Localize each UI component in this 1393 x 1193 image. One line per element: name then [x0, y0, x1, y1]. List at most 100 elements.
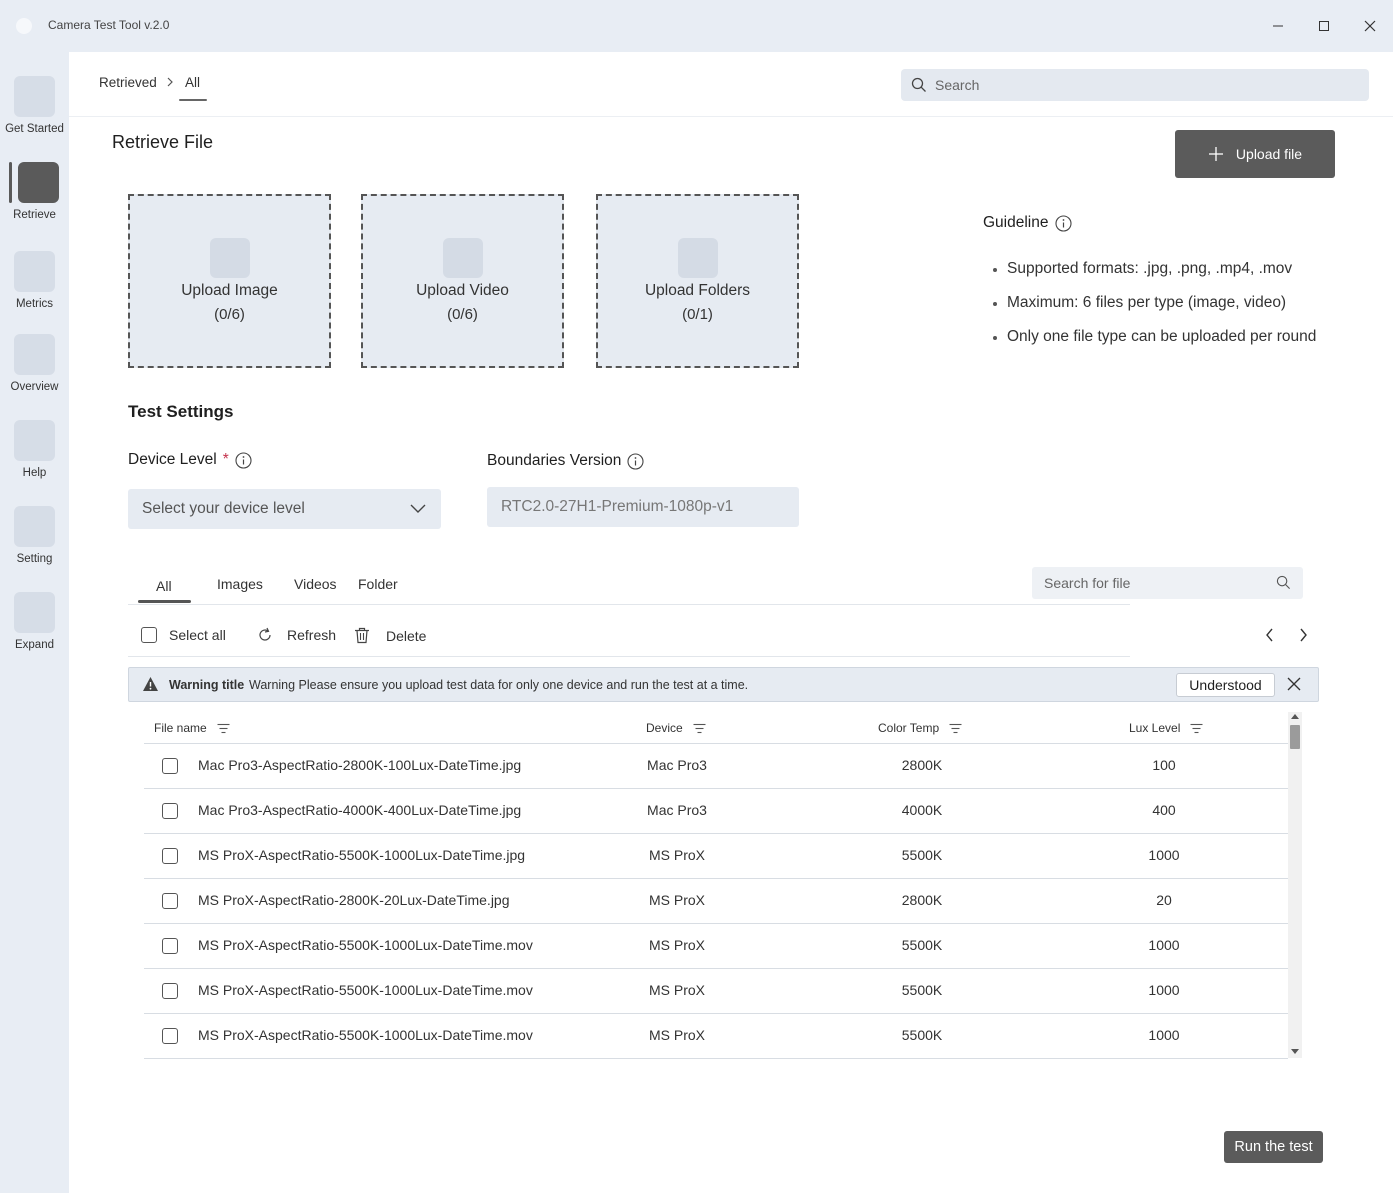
- boundaries-version-text: Boundaries Version: [487, 452, 622, 469]
- maximize-icon: [1319, 21, 1329, 31]
- cell-color-temp: 5500K: [901, 847, 943, 863]
- chevron-right-icon: [167, 77, 173, 87]
- boundaries-version-value: RTC2.0-27H1-Premium-1080p-v1: [501, 498, 734, 515]
- cell-lux-level: 1000: [1148, 1027, 1180, 1043]
- app-title: Camera Test Tool v.2.0: [48, 18, 170, 32]
- scroll-down-arrow[interactable]: [1291, 1049, 1299, 1054]
- filter-icon[interactable]: [949, 723, 962, 734]
- upload-file-button[interactable]: Upload file: [1175, 130, 1335, 178]
- dropzone-label: Upload Image: [181, 282, 278, 299]
- cell-lux-level: 1000: [1148, 937, 1180, 953]
- cell-file-name: MS ProX-AspectRatio-5500K-1000Lux-DateTi…: [198, 1027, 533, 1043]
- row-checkbox[interactable]: [162, 1028, 178, 1044]
- info-icon[interactable]: [1054, 214, 1072, 232]
- guideline-heading: Guideline: [983, 214, 1072, 232]
- run-test-button[interactable]: Run the test: [1224, 1131, 1323, 1163]
- scroll-up-arrow[interactable]: [1291, 714, 1299, 719]
- cell-color-temp: 4000K: [901, 802, 943, 818]
- tab-videos[interactable]: Videos: [294, 576, 337, 592]
- table-row[interactable]: MS ProX-AspectRatio-5500K-1000Lux-DateTi…: [144, 924, 1288, 969]
- refresh-button[interactable]: Refresh: [257, 627, 336, 643]
- table-row[interactable]: MS ProX-AspectRatio-5500K-1000Lux-DateTi…: [144, 834, 1288, 879]
- cell-lux-level: 1000: [1148, 982, 1180, 998]
- table-scrollbar[interactable]: [1288, 712, 1302, 1058]
- nav-label: Setting: [16, 553, 53, 565]
- warning-title: Warning title: [169, 678, 245, 692]
- close-icon[interactable]: [1287, 677, 1301, 691]
- nav-item-overview[interactable]: Overview: [0, 334, 69, 414]
- column-header-device[interactable]: Device: [646, 721, 706, 735]
- tab-folder[interactable]: Folder: [358, 576, 398, 592]
- table-row[interactable]: MS ProX-AspectRatio-5500K-1000Lux-DateTi…: [144, 969, 1288, 1014]
- table-header: File name Device Color Temp Lux Level: [144, 712, 1288, 744]
- device-level-placeholder: Select your device level: [142, 500, 305, 517]
- column-header-file-name[interactable]: File name: [154, 721, 230, 735]
- row-checkbox[interactable]: [162, 938, 178, 954]
- nav-item-retrieve[interactable]: Retrieve: [0, 162, 69, 242]
- filter-icon[interactable]: [693, 723, 706, 734]
- cell-file-name: MS ProX-AspectRatio-5500K-1000Lux-DateTi…: [198, 982, 533, 998]
- nav-label: Overview: [10, 381, 59, 393]
- search-input[interactable]: [935, 73, 1355, 97]
- search-icon: [911, 77, 926, 92]
- file-search-box[interactable]: Search for file: [1032, 567, 1303, 599]
- close-window-button[interactable]: [1356, 12, 1384, 40]
- select-all-checkbox[interactable]: [141, 627, 157, 643]
- info-icon[interactable]: [627, 452, 644, 470]
- cell-color-temp: 2800K: [901, 757, 943, 773]
- cell-device: MS ProX: [648, 937, 705, 953]
- device-level-select[interactable]: Select your device level: [128, 489, 441, 529]
- nav-label: Help: [22, 467, 47, 479]
- active-tab-underline: [138, 600, 191, 603]
- breadcrumb-parent[interactable]: Retrieved: [99, 75, 157, 90]
- row-checkbox[interactable]: [162, 758, 178, 774]
- row-checkbox[interactable]: [162, 848, 178, 864]
- table-row[interactable]: Mac Pro3-AspectRatio-2800K-100Lux-DateTi…: [144, 744, 1288, 789]
- column-header-lux-level[interactable]: Lux Level: [1129, 721, 1203, 735]
- required-mark: *: [222, 451, 229, 468]
- row-checkbox[interactable]: [162, 983, 178, 999]
- delete-button[interactable]: Delete: [354, 627, 426, 644]
- understood-button[interactable]: Understood: [1176, 673, 1275, 697]
- info-icon[interactable]: [235, 451, 252, 469]
- tab-images[interactable]: Images: [217, 576, 263, 592]
- guideline-item: Maximum: 6 files per type (image, video): [993, 291, 1316, 325]
- filter-icon[interactable]: [1190, 723, 1203, 734]
- cell-device: Mac Pro3: [647, 802, 707, 818]
- image-icon: [210, 238, 250, 278]
- upload-folders-dropzone[interactable]: Upload Folders (0/1): [596, 194, 799, 368]
- upload-video-dropzone[interactable]: Upload Video (0/6): [361, 194, 564, 368]
- maximize-button[interactable]: [1310, 12, 1338, 40]
- row-checkbox[interactable]: [162, 803, 178, 819]
- plus-icon: [1208, 147, 1223, 161]
- upload-image-dropzone[interactable]: Upload Image (0/6): [128, 194, 331, 368]
- search-box[interactable]: [901, 69, 1369, 101]
- nav-item-expand[interactable]: Expand: [0, 592, 69, 672]
- row-checkbox[interactable]: [162, 893, 178, 909]
- filter-icon[interactable]: [217, 723, 230, 734]
- table-row[interactable]: MS ProX-AspectRatio-5500K-1000Lux-DateTi…: [144, 1014, 1288, 1059]
- nav-item-get-started[interactable]: Get Started: [0, 76, 69, 156]
- cell-lux-level: 100: [1152, 757, 1176, 773]
- tab-all[interactable]: All: [156, 578, 172, 594]
- breadcrumb-underline: [179, 99, 207, 101]
- chevron-left-icon[interactable]: [1264, 627, 1276, 643]
- select-all-control[interactable]: Select all: [141, 627, 226, 643]
- nav-item-setting[interactable]: Setting: [0, 506, 69, 586]
- column-header-color-temp[interactable]: Color Temp: [878, 721, 962, 735]
- close-icon: [1364, 20, 1376, 32]
- nav-item-metrics[interactable]: Metrics: [0, 251, 69, 331]
- chevron-right-icon[interactable]: [1297, 627, 1309, 643]
- dropzone-label: Upload Folders: [644, 282, 751, 299]
- cell-file-name: MS ProX-AspectRatio-2800K-20Lux-DateTime…: [198, 892, 510, 908]
- nav-item-help[interactable]: Help: [0, 420, 69, 500]
- table-row[interactable]: Mac Pro3-AspectRatio-4000K-400Lux-DateTi…: [144, 789, 1288, 834]
- breadcrumb-current[interactable]: All: [185, 75, 200, 90]
- dropzone-count: (0/1): [682, 306, 713, 323]
- minimize-button[interactable]: [1264, 12, 1292, 40]
- chevron-down-icon: [410, 504, 426, 513]
- file-tabs: All Images Videos Folder: [128, 567, 1130, 605]
- warning-icon: [143, 677, 158, 691]
- scroll-thumb[interactable]: [1290, 725, 1300, 749]
- table-row[interactable]: MS ProX-AspectRatio-2800K-20Lux-DateTime…: [144, 879, 1288, 924]
